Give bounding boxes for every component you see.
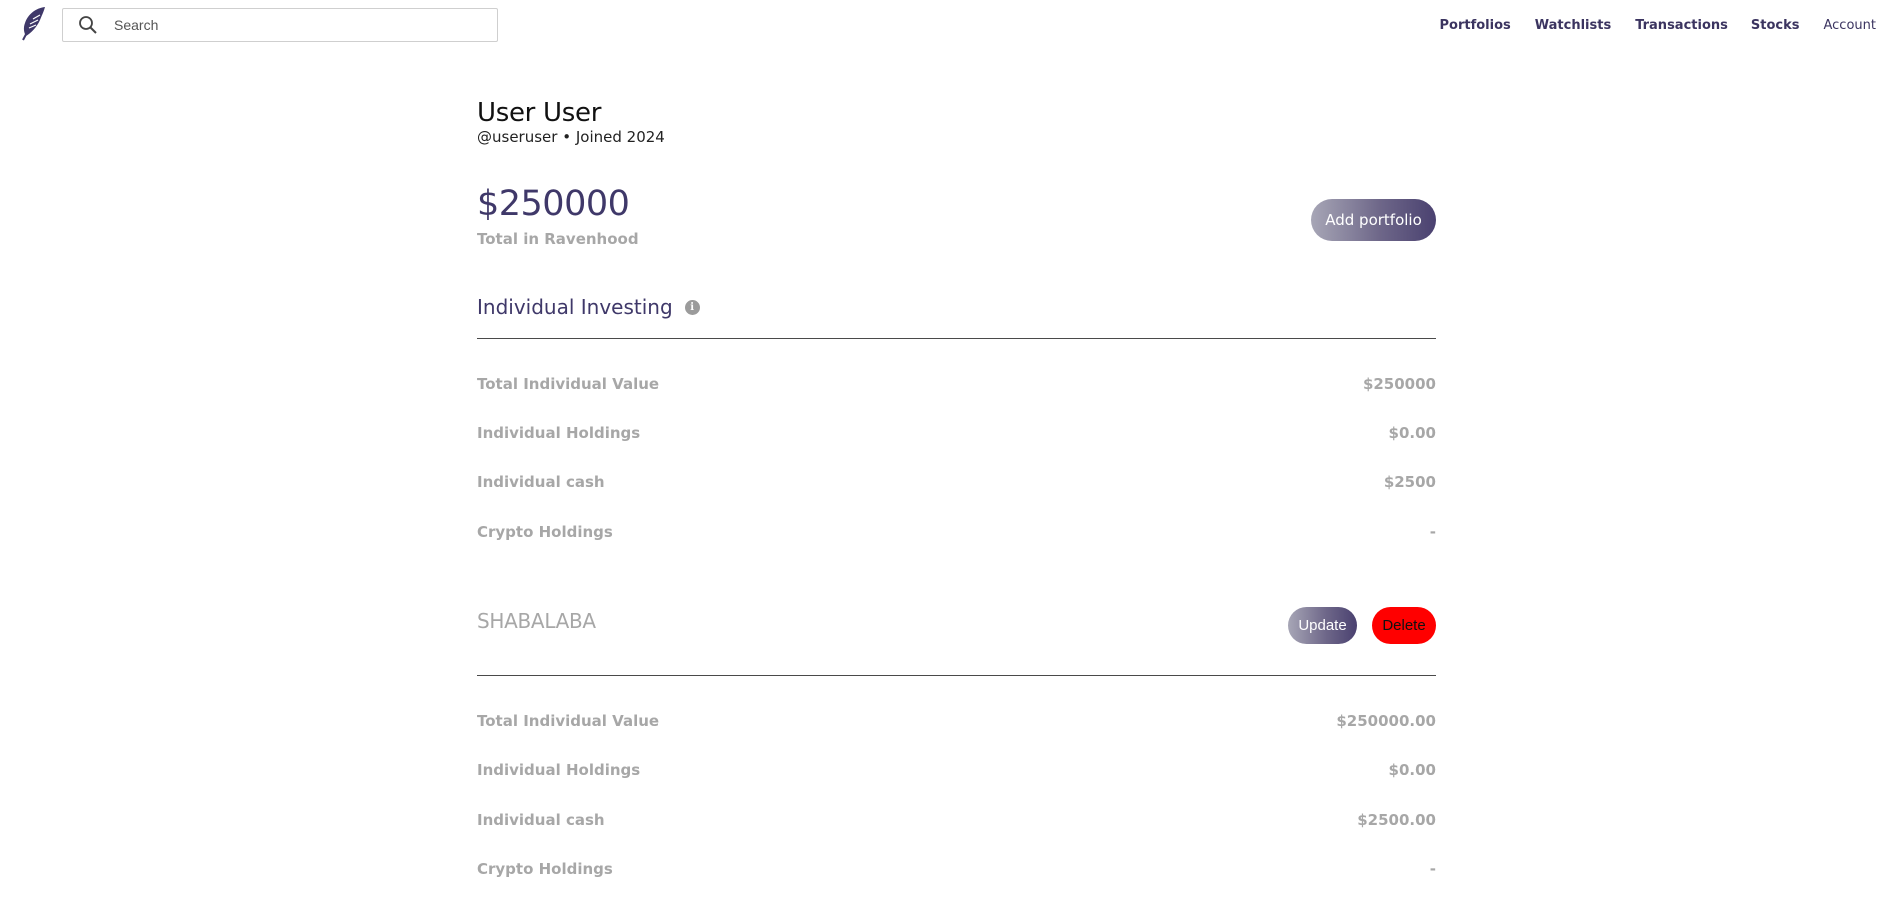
- nav-watchlists[interactable]: Watchlists: [1535, 18, 1611, 33]
- user-meta: @useruser • Joined 2024: [477, 128, 665, 146]
- row-label: Crypto Holdings: [477, 860, 613, 878]
- feather-logo-icon[interactable]: [18, 5, 48, 41]
- delete-portfolio-button[interactable]: Delete: [1372, 607, 1436, 644]
- portfolio-row: Individual cash $2500.00: [477, 811, 1436, 829]
- summary-row: Individual cash $2500: [477, 473, 1436, 491]
- search-input[interactable]: [114, 10, 494, 40]
- row-value: $0.00: [1388, 761, 1436, 779]
- total-value: $250000: [477, 184, 630, 224]
- search-bar[interactable]: [62, 8, 498, 42]
- summary-row: Crypto Holdings -: [477, 523, 1436, 541]
- top-navbar: Portfolios Watchlists Transactions Stock…: [0, 0, 1900, 52]
- portfolio-divider: [477, 675, 1436, 676]
- section-divider: [477, 338, 1436, 339]
- update-portfolio-button[interactable]: Update: [1288, 607, 1357, 644]
- nav-transactions[interactable]: Transactions: [1635, 18, 1728, 33]
- row-value: $250000.00: [1336, 712, 1436, 730]
- user-joined: Joined 2024: [575, 128, 665, 146]
- row-value: -: [1429, 523, 1436, 541]
- row-label: Individual cash: [477, 473, 605, 491]
- row-label: Individual cash: [477, 811, 605, 829]
- total-label: Total in Ravenhood: [477, 230, 639, 248]
- row-value: $2500.00: [1357, 811, 1436, 829]
- summary-row: Individual Holdings $0.00: [477, 424, 1436, 442]
- row-label: Individual Holdings: [477, 761, 641, 779]
- meta-separator: •: [562, 128, 572, 146]
- row-value: $250000: [1362, 375, 1436, 393]
- row-label: Total Individual Value: [477, 375, 660, 393]
- row-value: $2500: [1383, 473, 1436, 491]
- individual-investing-title: Individual Investing i: [477, 295, 700, 319]
- row-label: Crypto Holdings: [477, 523, 613, 541]
- nav-stocks[interactable]: Stocks: [1751, 18, 1800, 33]
- portfolio-row: Crypto Holdings -: [477, 860, 1436, 878]
- row-label: Individual Holdings: [477, 424, 641, 442]
- search-icon: [79, 16, 97, 34]
- row-value: -: [1429, 860, 1436, 878]
- portfolio-row: Individual Holdings $0.00: [477, 761, 1436, 779]
- row-label: Total Individual Value: [477, 712, 660, 730]
- nav-account[interactable]: Account: [1824, 18, 1877, 33]
- nav-portfolios[interactable]: Portfolios: [1439, 18, 1510, 33]
- info-icon[interactable]: i: [684, 299, 700, 315]
- row-value: $0.00: [1388, 424, 1436, 442]
- portfolio-row: Total Individual Value $250000.00: [477, 712, 1436, 730]
- add-portfolio-button[interactable]: Add portfolio: [1311, 199, 1436, 241]
- section-title-text: Individual Investing: [477, 295, 673, 319]
- summary-row: Total Individual Value $250000: [477, 375, 1436, 393]
- user-name: User User: [477, 98, 602, 128]
- user-handle: @useruser: [477, 128, 558, 146]
- portfolio-title: SHABALABA: [477, 609, 596, 633]
- main-nav: Portfolios Watchlists Transactions Stock…: [1439, 18, 1876, 33]
